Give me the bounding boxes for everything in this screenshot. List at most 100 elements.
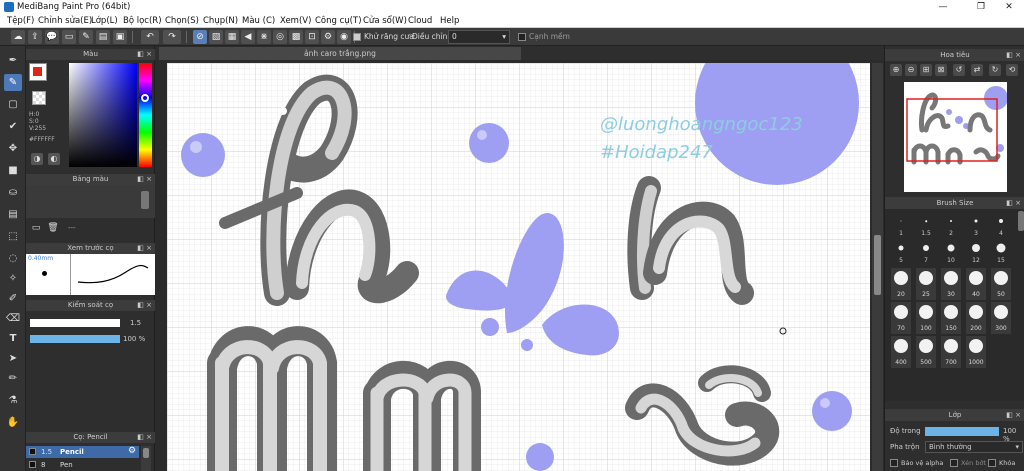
- brush-size-slider[interactable]: [30, 319, 120, 327]
- menu-capture[interactable]: Chụp(N): [203, 14, 238, 28]
- menu-file[interactable]: Tệp(F): [7, 14, 34, 28]
- zoom-in-icon[interactable]: ⊕: [890, 64, 902, 76]
- transform-icon[interactable]: ⋇: [257, 30, 271, 44]
- brush-size-option[interactable]: 3: [966, 213, 986, 239]
- menu-filter[interactable]: Bộ lọc(R): [123, 14, 162, 28]
- redo-icon[interactable]: ↷: [163, 30, 181, 44]
- brush-size-option[interactable]: 700: [941, 336, 961, 368]
- brush-size-option[interactable]: 25: [916, 268, 936, 300]
- hue-bar[interactable]: [139, 63, 152, 167]
- brush-size-option[interactable]: 300: [991, 302, 1011, 334]
- menu-color[interactable]: Màu (C): [242, 14, 275, 28]
- brush-size-option[interactable]: 70: [891, 302, 911, 334]
- brush-size-option[interactable]: 20: [891, 268, 911, 300]
- menu-select[interactable]: Chọn(S): [165, 14, 199, 28]
- no-selection-icon[interactable]: ⊘: [193, 30, 207, 44]
- clip-checkbox[interactable]: [950, 459, 958, 467]
- brush-size-option[interactable]: 500: [916, 336, 936, 368]
- brush-size-option[interactable]: 4: [991, 213, 1011, 239]
- lock-checkbox[interactable]: [988, 459, 996, 467]
- lasso-icon[interactable]: ⬚: [4, 228, 22, 245]
- tab-canvas-file[interactable]: ảnh caro trắng.png: [159, 47, 521, 60]
- brush-size-option[interactable]: 1: [891, 213, 911, 239]
- canvas-vscrollbar[interactable]: [872, 63, 883, 471]
- minimize-button[interactable]: —: [928, 0, 958, 14]
- rect-select-icon[interactable]: ▢: [4, 96, 22, 113]
- gear-icon[interactable]: ⚙: [321, 30, 335, 44]
- stroke-icon[interactable]: ▧: [209, 30, 223, 44]
- invert-icon[interactable]: ◀: [241, 30, 255, 44]
- brush-item-pen[interactable]: 8 Pen: [26, 459, 139, 471]
- eyedropper-icon[interactable]: ⚗: [4, 392, 22, 409]
- actual-size-icon[interactable]: ⊠: [935, 64, 947, 76]
- transparent-swatch[interactable]: [32, 91, 46, 105]
- close-button[interactable]: ✕: [994, 0, 1024, 14]
- brush-size-option[interactable]: 1.5: [916, 213, 936, 239]
- check-icon[interactable]: ✔: [4, 118, 22, 135]
- edit-icon[interactable]: ✎: [79, 30, 93, 44]
- blend-select[interactable]: Bình thường ▾: [925, 441, 1023, 453]
- antialias-checkbox[interactable]: [353, 33, 361, 41]
- foreground-swatch[interactable]: [29, 63, 47, 81]
- save-icon[interactable]: ▣: [113, 30, 127, 44]
- soft-edge-checkbox[interactable]: [518, 33, 526, 41]
- menu-tools[interactable]: Công cụ(T): [315, 14, 362, 28]
- eyedrop-small-icon[interactable]: ◐: [48, 153, 60, 165]
- message-icon[interactable]: ▭: [62, 30, 76, 44]
- comment-icon[interactable]: 💬: [45, 30, 59, 44]
- canvas[interactable]: @luonghoangngoc123 #Hoidap247: [167, 63, 870, 471]
- protect-alpha-checkbox[interactable]: [890, 459, 898, 467]
- fit-icon[interactable]: ⊞: [920, 64, 932, 76]
- select-eraser-icon[interactable]: ⌫: [4, 310, 22, 327]
- palette-icon[interactable]: ◑: [31, 153, 43, 165]
- maximize-button[interactable]: ❐: [966, 0, 996, 14]
- bucket-icon[interactable]: ⛀: [4, 184, 22, 201]
- fill-rect-icon[interactable]: ■: [4, 162, 22, 179]
- brush-list-scrollbar[interactable]: [141, 446, 151, 471]
- palette-scrollbar[interactable]: [141, 191, 149, 209]
- menu-edit[interactable]: Chỉnh sửa(E): [38, 14, 92, 28]
- brush-size-option[interactable]: 10: [941, 240, 961, 266]
- brush-size-option[interactable]: 200: [966, 302, 986, 334]
- cloud-icon[interactable]: ☁: [11, 30, 25, 44]
- text-icon[interactable]: T: [4, 330, 22, 347]
- correction-select[interactable]: 0 ▾: [448, 30, 510, 44]
- magic-wand-icon[interactable]: ✧: [4, 270, 22, 287]
- ruler-icon[interactable]: ⊡: [305, 30, 319, 44]
- move-icon[interactable]: ✥: [4, 140, 22, 157]
- snap-icon[interactable]: ◉: [337, 30, 351, 44]
- brush-size-option[interactable]: 30: [941, 268, 961, 300]
- brush-size-option[interactable]: 150: [941, 302, 961, 334]
- brush-size-option[interactable]: 5: [891, 240, 911, 266]
- operation-icon[interactable]: ➤: [4, 350, 22, 367]
- new-palette-icon[interactable]: ▭: [30, 222, 42, 234]
- trash-icon[interactable]: 🗑: [47, 222, 59, 234]
- menu-view[interactable]: Xem(V): [280, 14, 311, 28]
- select-pen-icon[interactable]: ✐: [4, 290, 22, 307]
- zoom-out-icon[interactable]: ⊖: [905, 64, 917, 76]
- rotate-right-icon[interactable]: ↻: [989, 64, 1001, 76]
- reset-view-icon[interactable]: ⟲: [1006, 64, 1018, 76]
- brush-size-option[interactable]: 100: [916, 302, 936, 334]
- color-square[interactable]: [69, 63, 137, 167]
- flip-icon[interactable]: ⇄: [971, 64, 983, 76]
- palette-area[interactable]: [26, 185, 155, 218]
- fill-icon[interactable]: ▦: [225, 30, 239, 44]
- undo-icon[interactable]: ↶: [141, 30, 159, 44]
- gradient-icon[interactable]: ▤: [4, 206, 22, 223]
- new-icon[interactable]: ▤: [96, 30, 110, 44]
- rotate-select-icon[interactable]: ◌: [4, 250, 22, 267]
- menu-help[interactable]: Help: [440, 14, 459, 28]
- brush-size-option[interactable]: 15: [991, 240, 1011, 266]
- brush-item-pencil[interactable]: 1.5 Pencil ⚙: [26, 446, 139, 458]
- circle-icon[interactable]: ◎: [273, 30, 287, 44]
- pencil-icon[interactable]: ✏: [4, 370, 22, 387]
- eraser-icon[interactable]: ✎: [4, 74, 22, 91]
- brush-opacity-slider[interactable]: [30, 335, 120, 343]
- hand-icon[interactable]: ✋: [4, 414, 22, 431]
- brush-size-option[interactable]: 400: [891, 336, 911, 368]
- upload-icon[interactable]: ⇪: [28, 30, 42, 44]
- grid-icon[interactable]: ▩: [289, 30, 303, 44]
- menu-layer[interactable]: Lớp(L): [91, 14, 118, 28]
- brush-size-option[interactable]: 12: [966, 240, 986, 266]
